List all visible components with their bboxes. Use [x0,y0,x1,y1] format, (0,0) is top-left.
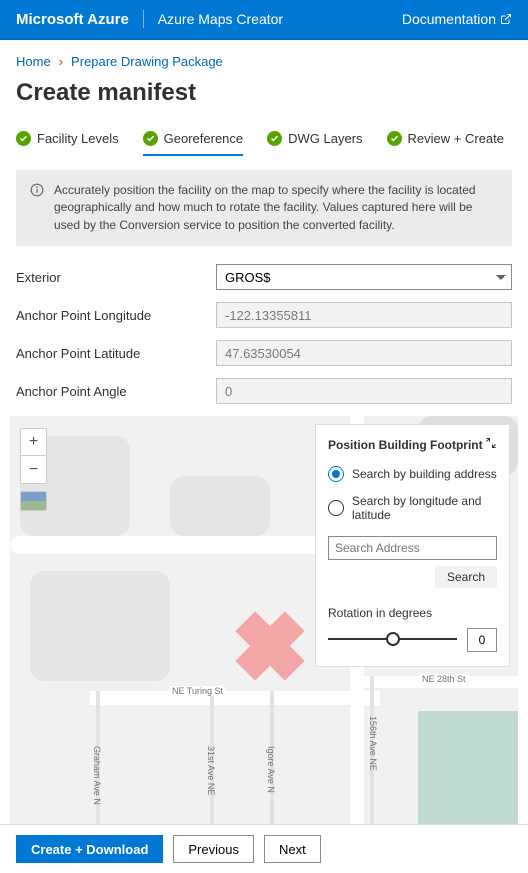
zoom-in-button[interactable]: + [21,429,46,456]
zoom-control: + − [20,428,47,484]
info-banner: Accurately position the facility on the … [16,170,512,246]
map-canvas[interactable]: NE Turing St NE 28th St 156th Ave NE 31s… [10,416,518,854]
radio-icon [328,466,344,482]
product-label: Azure Maps Creator [158,11,283,27]
zoom-out-button[interactable]: − [21,456,46,483]
breadcrumb: Home › Prepare Drawing Package [16,54,512,69]
radio-label: Search by longitude and latitude [352,494,497,522]
wizard-tabs: Facility Levels Georeference DWG Layers … [16,125,512,156]
documentation-label: Documentation [402,11,496,27]
top-banner: Microsoft Azure Azure Maps Creator Docum… [0,0,528,40]
create-download-button[interactable]: Create + Download [16,835,163,863]
tab-label: Georeference [164,131,244,146]
tab-label: Facility Levels [37,131,119,146]
panel-title: Position Building Footprint [328,438,483,452]
road-label: 31st Ave NE [206,746,216,795]
rotation-input[interactable] [467,628,497,652]
next-button[interactable]: Next [264,835,321,863]
check-circle-icon [267,131,282,146]
collapse-icon[interactable] [485,437,497,452]
tab-review-create[interactable]: Review + Create [387,125,504,156]
longitude-input [216,302,512,328]
road-label: NE 28th St [420,674,468,684]
latitude-input [216,340,512,366]
angle-input [216,378,512,404]
check-circle-icon [387,131,402,146]
rotation-slider[interactable] [328,638,457,640]
rotation-label: Rotation in degrees [328,606,497,620]
info-icon [30,183,44,197]
footprint-panel: Position Building Footprint Search by bu… [315,424,510,667]
check-circle-icon [143,131,158,146]
road-label: Graham Ave N [92,746,102,805]
previous-button[interactable]: Previous [173,835,254,863]
radio-search-lonlat[interactable]: Search by longitude and latitude [328,494,497,522]
angle-label: Anchor Point Angle [16,384,216,399]
row-angle: Anchor Point Angle [16,378,512,404]
road-label: 156th Ave NE [368,716,378,771]
map-container: NE Turing St NE 28th St 156th Ave NE 31s… [10,416,518,854]
tab-georeference[interactable]: Georeference [143,125,244,156]
external-link-icon [500,13,512,25]
row-longitude: Anchor Point Longitude [16,302,512,328]
radio-icon [328,500,344,516]
search-button[interactable]: Search [435,566,497,588]
divider [143,10,144,28]
road-label: NE Turing St [170,686,225,696]
radio-label: Search by building address [352,467,497,481]
tab-dwg-layers[interactable]: DWG Layers [267,125,362,156]
search-address-input[interactable] [328,536,497,560]
documentation-link[interactable]: Documentation [402,11,512,27]
brand-label: Microsoft Azure [16,11,129,28]
longitude-label: Anchor Point Longitude [16,308,216,323]
radio-search-address[interactable]: Search by building address [328,466,497,482]
building-footprint-marker[interactable] [235,611,305,681]
latitude-label: Anchor Point Latitude [16,346,216,361]
exterior-select[interactable]: GROS$ [216,264,512,290]
tab-label: Review + Create [408,131,504,146]
row-exterior: Exterior GROS$ [16,264,512,290]
row-latitude: Anchor Point Latitude [16,340,512,366]
tab-label: DWG Layers [288,131,362,146]
chevron-right-icon: › [59,54,63,69]
page-title: Create manifest [16,79,512,107]
page-content: Home › Prepare Drawing Package Create ma… [0,40,528,854]
layers-button[interactable] [20,491,47,511]
breadcrumb-home[interactable]: Home [16,54,51,69]
footer-actions: Create + Download Previous Next [0,824,528,873]
tab-facility-levels[interactable]: Facility Levels [16,125,119,156]
check-circle-icon [16,131,31,146]
info-text: Accurately position the facility on the … [54,182,498,234]
road-label: Igore Ave N [266,746,276,793]
breadcrumb-prepare[interactable]: Prepare Drawing Package [71,54,223,69]
exterior-label: Exterior [16,270,216,285]
